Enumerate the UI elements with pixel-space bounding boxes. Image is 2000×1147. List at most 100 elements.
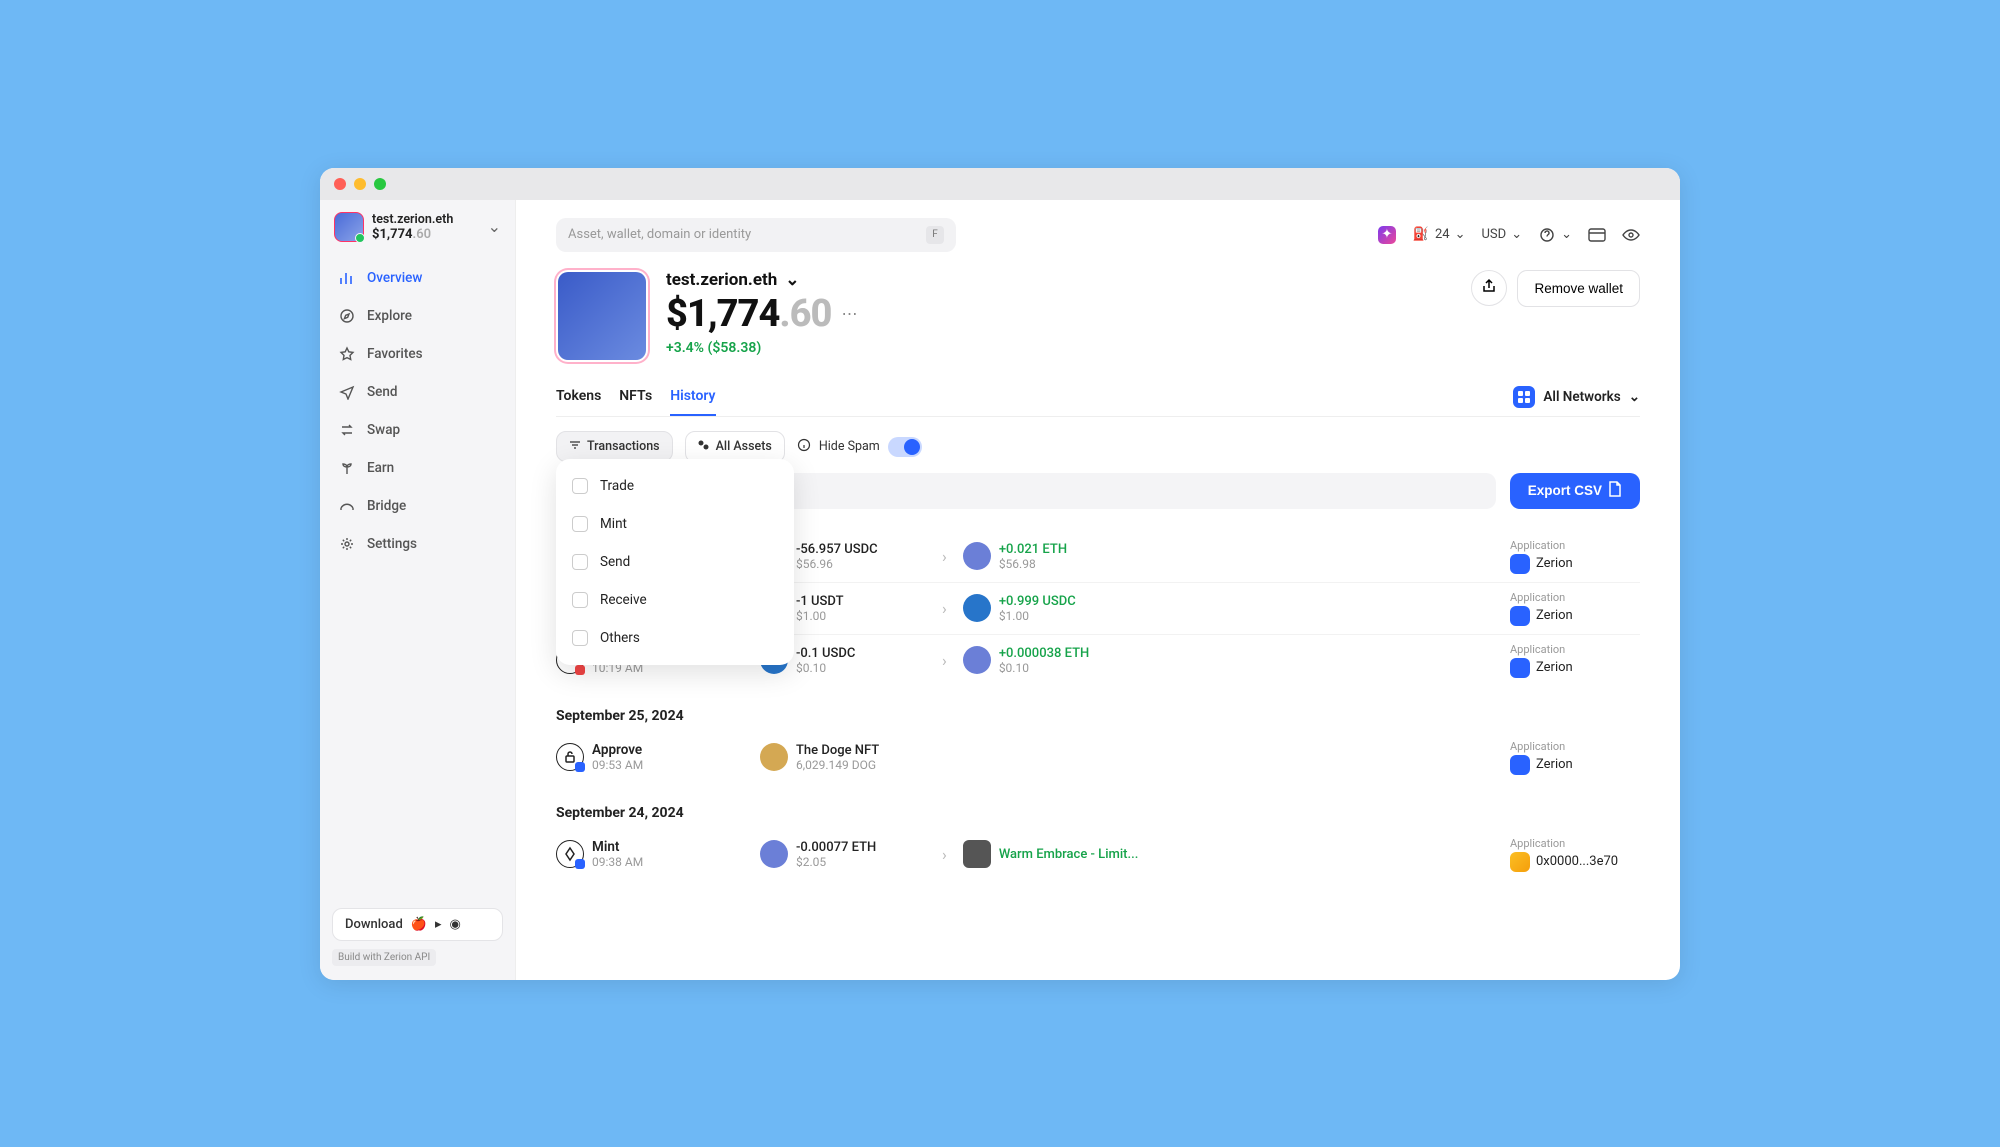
chevron-down-icon: ⌄: [1629, 389, 1640, 405]
tab-nfts[interactable]: NFTs: [619, 378, 652, 416]
token-icon: [760, 743, 788, 771]
app-label: Application: [1510, 837, 1640, 850]
export-label: Export CSV: [1528, 483, 1602, 498]
from-amount-cell: -0.1 USDC $0.10: [796, 646, 926, 675]
asset-sub: 6,029.149 DOG: [796, 758, 1056, 772]
help-menu[interactable]: ⌄: [1538, 226, 1572, 244]
nav-send[interactable]: Send: [328, 374, 507, 410]
more-icon[interactable]: ⋯: [841, 304, 857, 323]
arrow-right-icon: ›: [934, 547, 955, 566]
app-name-row: 0x0000...3e70: [1510, 852, 1640, 872]
wallet-switcher[interactable]: test.zerion.eth $1,774.60 ⌄: [320, 200, 515, 255]
token-icon: [963, 594, 991, 622]
filter-option-send[interactable]: Send: [556, 543, 794, 581]
nav-label: Settings: [367, 536, 417, 552]
topbar-right: ✦ ⛽ 24 ⌄ USD ⌄ ⌄: [1378, 226, 1640, 244]
date-label: September 25, 2024: [556, 700, 1640, 732]
app-name: Zerion: [1536, 608, 1573, 623]
from-amount-cell: -0.00077 ETH $2.05: [796, 840, 926, 869]
from-amount: -0.1 USDC: [796, 646, 926, 661]
app-name-row: Zerion: [1510, 554, 1640, 574]
chain-badge: [575, 762, 585, 772]
star-icon: [338, 345, 356, 363]
filter-icon: [569, 439, 581, 454]
networks-icon: [1513, 386, 1535, 408]
from-sub: $2.05: [796, 855, 926, 869]
app-icon: [1510, 852, 1530, 872]
tab-tokens[interactable]: Tokens: [556, 378, 601, 416]
app-name-row: Zerion: [1510, 606, 1640, 626]
gas-icon: ⛽: [1412, 226, 1430, 244]
filter-transactions[interactable]: Transactions: [556, 431, 673, 462]
remove-wallet-button[interactable]: Remove wallet: [1517, 270, 1640, 307]
close-window[interactable]: [334, 178, 346, 190]
app-cell: Application Zerion: [1510, 740, 1640, 775]
eye-icon: [1622, 226, 1640, 244]
apple-icon: 🍎: [411, 917, 427, 932]
nav-label: Swap: [367, 422, 400, 438]
transaction-row[interactable]: Approve 09:53 AM The Doge NFT 6,029.149 …: [556, 732, 1640, 783]
to-amount-cell: +0.000038 ETH $0.10: [999, 646, 1129, 675]
balance-change: +3.4% ($58.38): [666, 340, 857, 356]
tx-time: 09:53 AM: [592, 758, 752, 772]
watch-button[interactable]: [1622, 226, 1640, 244]
from-amount-cell: -56.957 USDC $56.96: [796, 542, 926, 571]
to-amount-cell: +0.999 USDC $1.00: [999, 594, 1129, 623]
bridge-icon: [338, 497, 356, 515]
date-group: September 25, 2024 Approve 09:53 AM The …: [556, 700, 1640, 783]
nav-earn[interactable]: Earn: [328, 450, 507, 486]
minimize-window[interactable]: [354, 178, 366, 190]
wallet-address-row[interactable]: test.zerion.eth ⌄: [666, 270, 857, 290]
filter-option-others[interactable]: Others: [556, 619, 794, 657]
networks-selector[interactable]: All Networks ⌄: [1513, 386, 1640, 408]
download-button[interactable]: Download 🍎 ▸ ◉: [332, 908, 503, 941]
compass-icon: [338, 307, 356, 325]
currency-label: USD: [1482, 227, 1507, 242]
build-api-link[interactable]: Build with Zerion API: [332, 949, 436, 966]
transaction-row[interactable]: Mint 09:38 AM -0.00077 ETH $2.05 › Warm …: [556, 829, 1640, 880]
date-label: September 24, 2024: [556, 797, 1640, 829]
app-icon: [1510, 755, 1530, 775]
filter-option-mint[interactable]: Mint: [556, 505, 794, 543]
nav-label: Earn: [367, 460, 394, 476]
app-label: Application: [1510, 643, 1640, 656]
header-text: test.zerion.eth ⌄ $1,774.60 ⋯ +3.4% ($58…: [666, 270, 857, 356]
chevron-down-icon: ⌄: [1455, 227, 1466, 242]
nav-bridge[interactable]: Bridge: [328, 488, 507, 524]
checkbox: [572, 630, 588, 646]
share-button[interactable]: [1471, 270, 1507, 306]
nav-favorites[interactable]: Favorites: [328, 336, 507, 372]
tabs: Tokens NFTs History All Networks ⌄: [556, 378, 1640, 417]
nav-explore[interactable]: Explore: [328, 298, 507, 334]
to-sub: $1.00: [999, 609, 1129, 623]
titlebar: [320, 168, 1680, 200]
arrow-right-icon: ›: [934, 845, 955, 864]
search-shortcut: F: [926, 226, 944, 244]
filter-option-receive[interactable]: Receive: [556, 581, 794, 619]
sidebar: test.zerion.eth $1,774.60 ⌄ Overview Exp…: [320, 200, 516, 980]
export-csv-button[interactable]: Export CSV: [1510, 473, 1640, 509]
search-input[interactable]: Asset, wallet, domain or identity F: [556, 218, 956, 252]
maximize-window[interactable]: [374, 178, 386, 190]
app-label: Application: [1510, 539, 1640, 552]
card-button[interactable]: [1588, 226, 1606, 244]
help-icon: [1538, 226, 1556, 244]
app-label: Application: [1510, 740, 1640, 753]
currency-selector[interactable]: USD ⌄: [1482, 227, 1523, 242]
from-amount: -56.957 USDC: [796, 542, 926, 557]
nav-settings[interactable]: Settings: [328, 526, 507, 562]
app-cell: Application 0x0000...3e70: [1510, 837, 1640, 872]
tab-history[interactable]: History: [670, 378, 715, 416]
nav-overview[interactable]: Overview: [328, 260, 507, 296]
share-icon: [1481, 278, 1497, 298]
premium-button[interactable]: ✦: [1378, 226, 1396, 244]
nav-swap[interactable]: Swap: [328, 412, 507, 448]
hide-spam-toggle[interactable]: [888, 437, 922, 457]
nav-label: Bridge: [367, 498, 406, 514]
filter-all-assets[interactable]: All Assets: [685, 431, 785, 463]
from-amount: -1 USDT: [796, 594, 926, 609]
wallet-balance: $1,774.60: [372, 227, 480, 243]
filter-option-trade[interactable]: Trade: [556, 467, 794, 505]
gas-indicator[interactable]: ⛽ 24 ⌄: [1412, 226, 1466, 244]
token-icon: [963, 542, 991, 570]
